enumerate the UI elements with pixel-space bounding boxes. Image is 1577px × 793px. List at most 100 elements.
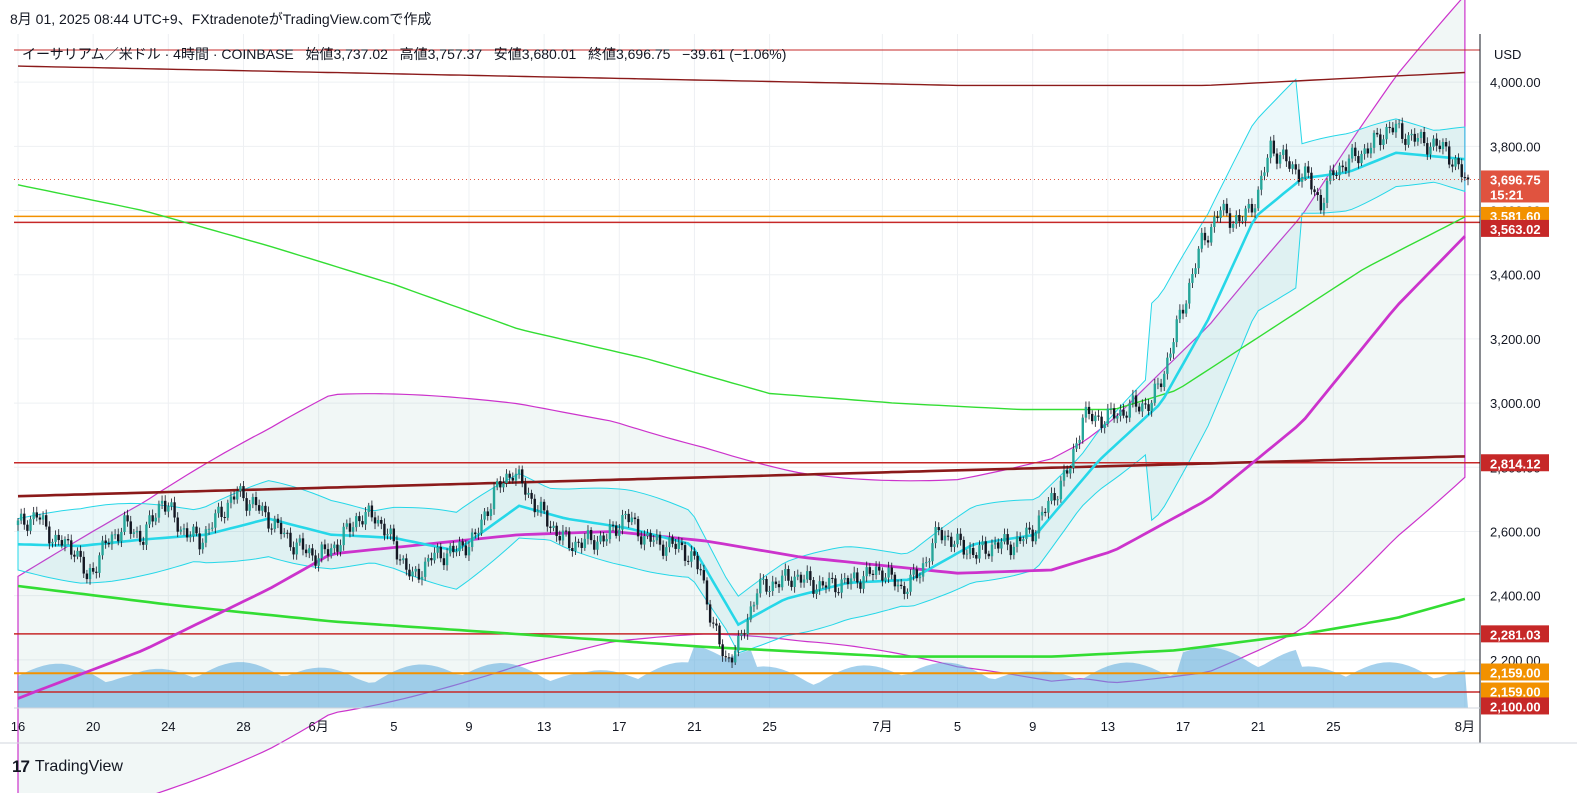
candle-body xyxy=(1103,424,1106,428)
candle-body xyxy=(1413,133,1416,142)
candle-body xyxy=(339,545,342,552)
candle-body xyxy=(715,623,718,626)
candle-body xyxy=(282,532,286,535)
price-chart[interactable]: USD4,000.003,800.003,600.003,400.003,200… xyxy=(0,0,1577,793)
x-tick-label: 21 xyxy=(1251,719,1265,734)
tradingview-logo-icon: 17 xyxy=(12,757,30,776)
candle-body xyxy=(1053,493,1056,501)
candle-body xyxy=(329,548,333,556)
candle-body xyxy=(733,650,737,663)
candle-body xyxy=(1363,148,1366,154)
open-value: 3,737.02 xyxy=(333,46,388,62)
footer-brand[interactable]: 17 TradingView xyxy=(12,757,123,777)
candle-body xyxy=(273,518,277,530)
x-tick-label: 28 xyxy=(236,719,250,734)
candle-body xyxy=(514,473,518,481)
candle-body xyxy=(207,528,211,530)
candle-body xyxy=(859,582,862,589)
candle-body xyxy=(837,592,840,594)
candle-body xyxy=(524,483,527,495)
candle-body xyxy=(1451,164,1454,167)
candle-body xyxy=(1166,357,1169,374)
candle-body xyxy=(878,566,881,571)
candle-body xyxy=(361,521,364,525)
candle-body xyxy=(1116,415,1119,419)
candle-body xyxy=(358,516,361,522)
brand-name: TradingView xyxy=(34,758,123,775)
x-tick-label: 25 xyxy=(762,719,776,734)
candle-body xyxy=(367,505,370,512)
candle-body xyxy=(467,547,471,556)
candle-body xyxy=(755,593,759,605)
candle-body xyxy=(646,533,649,536)
candle-body xyxy=(567,531,571,549)
candle-body xyxy=(712,622,715,624)
y-tick-label: 2,600.00 xyxy=(1490,524,1541,539)
candle-body xyxy=(665,547,668,556)
high-label: 高値 xyxy=(399,46,428,62)
candle-body xyxy=(19,513,23,521)
candle-body xyxy=(608,524,612,540)
candle-body xyxy=(1050,493,1053,501)
candle-body xyxy=(1294,164,1297,170)
candle-body xyxy=(417,568,421,580)
candle-body xyxy=(1244,208,1247,221)
candle-body xyxy=(502,483,505,488)
candle-body xyxy=(1150,402,1153,412)
candle-body xyxy=(210,527,214,529)
candle-body xyxy=(818,581,821,590)
candle-body xyxy=(395,541,399,560)
candle-body xyxy=(35,512,38,518)
candle-body xyxy=(1028,527,1031,530)
x-tick-label: 5 xyxy=(390,719,397,734)
candle-body xyxy=(1081,417,1084,440)
candle-body xyxy=(874,566,878,575)
candle-body xyxy=(796,574,800,577)
candle-body xyxy=(1022,539,1025,542)
candle-body xyxy=(376,520,380,524)
candle-body xyxy=(452,545,455,553)
candle-body xyxy=(1391,127,1395,133)
candle-body xyxy=(129,521,132,534)
candle-body xyxy=(649,533,652,542)
candle-body xyxy=(167,506,170,512)
candle-body xyxy=(834,578,837,593)
candle-body xyxy=(1307,166,1310,173)
candle-body xyxy=(743,633,746,635)
candle-body xyxy=(686,560,690,562)
candle-body xyxy=(586,529,590,539)
candle-body xyxy=(1282,149,1285,156)
candle-body xyxy=(439,546,442,559)
candle-body xyxy=(1338,165,1341,176)
candle-body xyxy=(806,571,809,580)
candle-body xyxy=(295,542,298,555)
candle-body xyxy=(276,518,280,523)
candle-body xyxy=(345,523,349,527)
candle-body xyxy=(1037,515,1041,534)
candle-body xyxy=(802,579,806,583)
candle-body xyxy=(223,517,226,519)
candle-body xyxy=(88,568,92,580)
candle-body xyxy=(1369,147,1373,154)
candle-body xyxy=(536,510,540,513)
candle-body xyxy=(292,547,295,555)
candle-body xyxy=(1184,303,1188,314)
candle-body xyxy=(486,511,489,516)
candle-body xyxy=(1188,282,1191,304)
candle-body xyxy=(79,550,82,557)
candle-body xyxy=(1144,403,1147,405)
candle-body xyxy=(884,577,887,581)
x-tick-label: 16 xyxy=(11,719,25,734)
candle-body xyxy=(154,517,157,522)
candle-body xyxy=(386,534,389,536)
candle-body xyxy=(602,535,605,542)
candle-body xyxy=(574,541,577,552)
x-tick-label: 8月 xyxy=(1455,719,1475,734)
candle-body xyxy=(1272,140,1276,154)
price-level-tag-text: 2,159.00 xyxy=(1490,685,1541,700)
candle-body xyxy=(881,570,884,581)
candle-body xyxy=(1222,203,1225,211)
candle-body xyxy=(1444,142,1448,147)
candle-body xyxy=(1382,139,1385,145)
candle-body xyxy=(906,591,909,594)
